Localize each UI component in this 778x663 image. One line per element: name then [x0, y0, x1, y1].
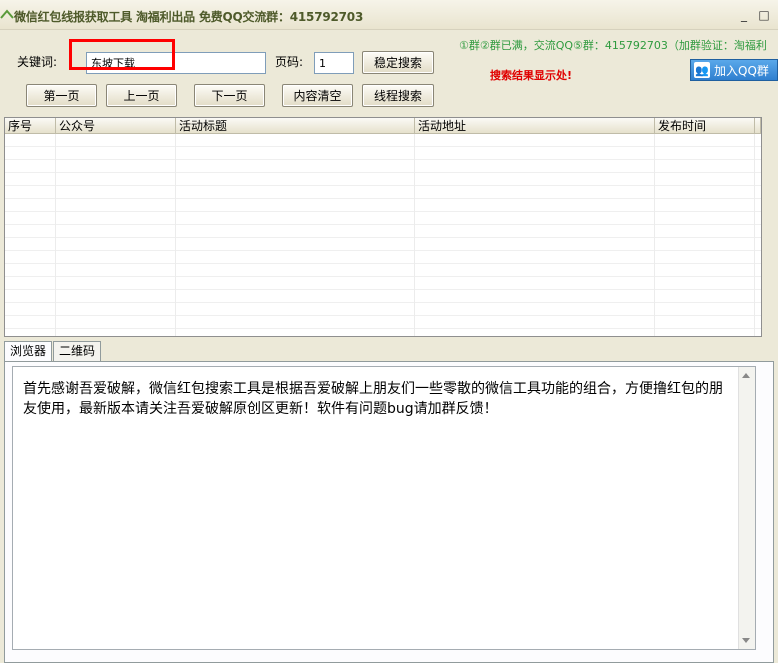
clear-content-button[interactable]: 内容清空	[282, 84, 353, 107]
column-header-time[interactable]: 发布时间	[655, 118, 755, 134]
results-table[interactable]: 序号 公众号 活动标题 活动地址 发布时间	[4, 117, 762, 337]
column-header-index[interactable]: 序号	[5, 118, 56, 134]
join-qq-group-button[interactable]: 👥 加入QQ群	[690, 59, 778, 81]
page-input-value: 1	[319, 56, 326, 70]
scroll-up-icon[interactable]	[742, 373, 750, 378]
column-header-title[interactable]: 活动标题	[176, 118, 415, 134]
first-page-button[interactable]: 第一页	[26, 84, 97, 107]
scroll-down-icon[interactable]	[742, 638, 750, 643]
column-header-url[interactable]: 活动地址	[415, 118, 655, 134]
highlight-box	[69, 39, 175, 70]
thread-search-button[interactable]: 线程搜索	[362, 84, 434, 107]
table-body[interactable]	[5, 134, 761, 336]
browser-view[interactable]: 首先感谢吾爱破解，微信红包搜索工具是根据吾爱破解上朋友们一些零散的微信工具功能的…	[12, 366, 756, 650]
column-divider	[175, 134, 176, 336]
group-notice: ①群②群已满，交流QQ⑤群：415792703（加群验证：淘福利	[459, 39, 767, 52]
next-page-button[interactable]: 下一页	[194, 84, 265, 107]
column-divider	[414, 134, 415, 336]
result-hint: 搜索结果显示处!	[490, 69, 573, 82]
qq-people-icon: 👥	[694, 62, 710, 78]
table-header: 序号 公众号 活动标题 活动地址 发布时间	[5, 118, 761, 134]
tab-qrcode[interactable]: 二维码	[53, 341, 102, 361]
tab-strip: 浏览器 二维码	[4, 341, 102, 362]
column-divider	[754, 134, 755, 336]
column-header-account[interactable]: 公众号	[56, 118, 176, 134]
window-title: 微信红包线报获取工具 淘福利出品 免费QQ交流群：415792703	[14, 10, 364, 24]
column-divider	[654, 134, 655, 336]
column-header-filler	[755, 118, 761, 134]
page-label: 页码:	[275, 55, 304, 69]
minimize-button[interactable]: _	[737, 8, 751, 22]
keyword-label: 关键词:	[17, 55, 58, 69]
vertical-scrollbar[interactable]	[738, 367, 755, 649]
browser-intro-text: 首先感谢吾爱破解，微信红包搜索工具是根据吾爱破解上朋友们一些零散的微信工具功能的…	[23, 381, 723, 417]
column-divider	[55, 134, 56, 336]
app-icon	[0, 8, 14, 22]
tab-browser[interactable]: 浏览器	[4, 341, 53, 362]
stable-search-button[interactable]: 稳定搜索	[362, 51, 434, 74]
join-qq-group-label: 加入QQ群	[714, 63, 769, 78]
prev-page-button[interactable]: 上一页	[106, 84, 177, 107]
maximize-button[interactable]: □	[757, 8, 771, 22]
page-input[interactable]: 1	[314, 52, 354, 74]
